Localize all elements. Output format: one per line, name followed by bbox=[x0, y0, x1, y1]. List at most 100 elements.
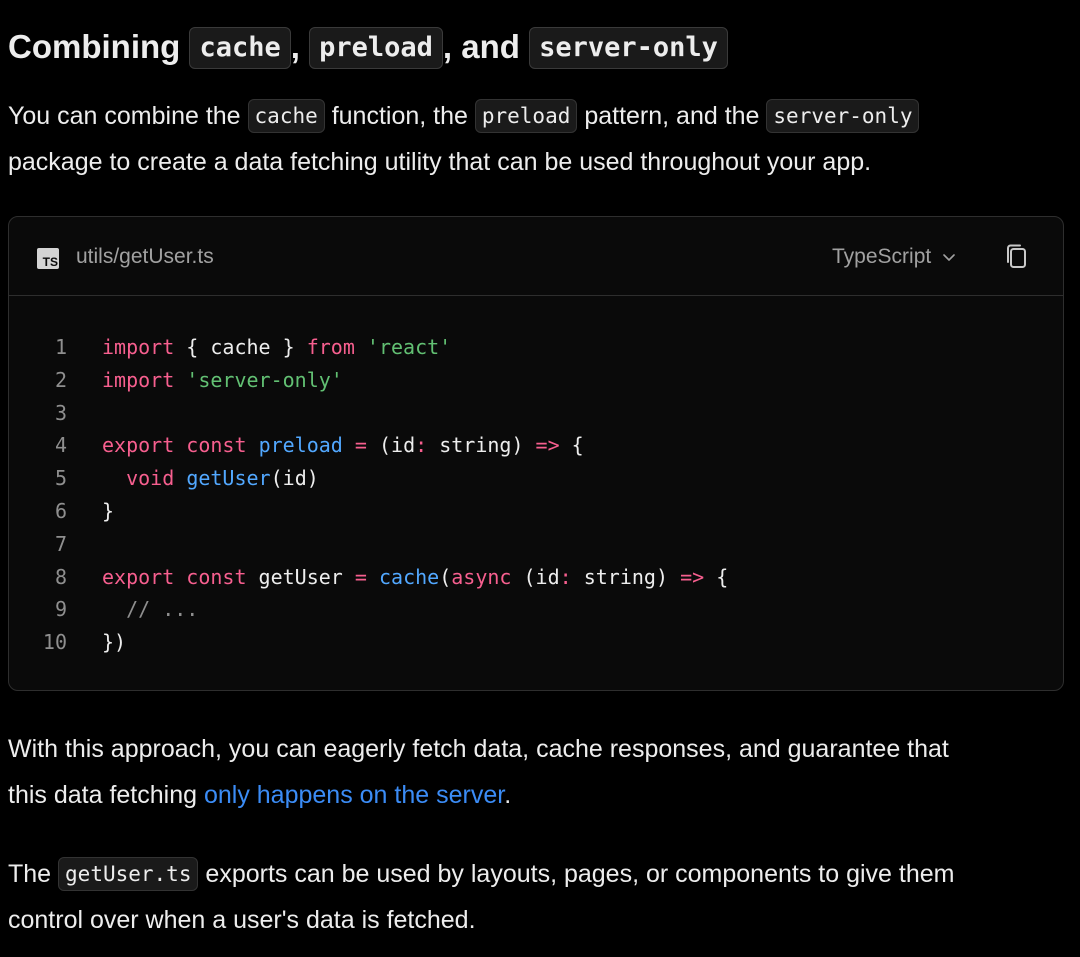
code-line: 7 bbox=[9, 528, 1063, 561]
code-line: 9 // ... bbox=[9, 593, 1063, 626]
code-token: 'react' bbox=[366, 335, 452, 359]
code-token: getUser bbox=[246, 564, 355, 589]
code-token: }) bbox=[102, 630, 127, 655]
code-token: cache bbox=[378, 564, 440, 589]
code-token: string) bbox=[571, 564, 681, 589]
code-token: export bbox=[102, 433, 175, 458]
line-number: 9 bbox=[54, 597, 67, 622]
code-text: export const getUser = cache(async (id: … bbox=[102, 561, 728, 594]
copy-icon[interactable] bbox=[1001, 241, 1033, 273]
section-heading: Combining cache, preload, and server-onl… bbox=[8, 24, 728, 70]
line-number: 8 bbox=[54, 564, 67, 589]
inline-code-server-only: server-only bbox=[529, 27, 728, 69]
code-filename: utils/getUser.ts bbox=[76, 245, 214, 268]
line-number: 6 bbox=[54, 498, 67, 523]
code-block-header: TS utils/getUser.ts TypeScript bbox=[9, 217, 1063, 296]
line-number: 7 bbox=[54, 531, 67, 556]
code-token: : bbox=[559, 564, 572, 589]
code-token: from bbox=[306, 335, 355, 359]
code-token: void bbox=[126, 466, 175, 491]
code-token: export bbox=[102, 564, 175, 589]
exports-paragraph-line-2: control over when a user's data is fetch… bbox=[8, 906, 476, 934]
code-line: 6} bbox=[9, 495, 1063, 528]
exports-paragraph-line-1: The getUser.ts exports can be used by la… bbox=[8, 851, 954, 897]
line-number: 5 bbox=[54, 466, 67, 491]
code-token: preload bbox=[258, 433, 343, 458]
docs-page: Combining cache, preload, and server-onl… bbox=[0, 0, 1080, 957]
code-line: 3 bbox=[9, 397, 1063, 430]
code-token: getUser bbox=[186, 466, 271, 491]
code-token: } bbox=[102, 498, 115, 523]
approach-paragraph-line-2: this data fetching only happens on the s… bbox=[8, 772, 511, 818]
code-token: string) bbox=[427, 433, 536, 458]
server-only-link[interactable]: only happens on the server bbox=[204, 781, 504, 809]
code-line: 1 import { cache } from 'react' bbox=[9, 331, 1063, 364]
code-token: = bbox=[354, 564, 367, 589]
code-line: 8 export const getUser = cache(async (id:… bbox=[9, 561, 1063, 594]
code-line: 10}) bbox=[9, 626, 1063, 659]
code-token: const bbox=[186, 433, 247, 458]
line-number: 2 bbox=[54, 367, 67, 392]
inline-code-preload: preload bbox=[474, 99, 578, 133]
code-token: => bbox=[535, 433, 560, 458]
code-token: (id) bbox=[270, 466, 319, 491]
heading-text: Combining bbox=[8, 28, 190, 65]
code-text: }) bbox=[102, 626, 126, 659]
code-text: void getUser(id) bbox=[102, 462, 319, 495]
language-label: TypeScript bbox=[832, 245, 932, 268]
text: . bbox=[504, 781, 512, 809]
code-block: TS utils/getUser.ts TypeScript 1 import {… bbox=[8, 216, 1064, 691]
inline-code-cache: cache bbox=[189, 27, 291, 69]
code-text: } bbox=[102, 495, 114, 528]
intro-paragraph-line-1: You can combine the cache function, the … bbox=[8, 93, 920, 139]
code-token: async bbox=[451, 564, 512, 589]
code-token: { cache } bbox=[174, 335, 307, 359]
inline-code-server-only: server-only bbox=[766, 99, 920, 133]
code-text: // ... bbox=[102, 593, 198, 626]
code-token: (id bbox=[366, 433, 416, 458]
approach-paragraph-line-1: With this approach, you can eagerly fetc… bbox=[8, 735, 949, 763]
code-token: (id bbox=[511, 564, 560, 589]
code-text: import { cache } from 'react' bbox=[102, 331, 451, 364]
code-text: export const preload = (id: string) => { bbox=[102, 429, 584, 462]
line-number: 3 bbox=[54, 400, 67, 425]
text: exports can be used by layouts, pages, o… bbox=[198, 860, 955, 888]
text: pattern, and the bbox=[577, 102, 767, 130]
code-line: 5 void getUser(id) bbox=[9, 462, 1063, 495]
code-content: 1 import { cache } from 'react' 2 import 's… bbox=[9, 331, 1063, 659]
code-token: { bbox=[559, 433, 584, 458]
typescript-file-icon: TS bbox=[37, 248, 59, 269]
text: The bbox=[8, 860, 59, 888]
code-token: => bbox=[680, 564, 705, 589]
code-token: 'server-only' bbox=[186, 367, 343, 392]
text: You can combine the bbox=[8, 102, 248, 130]
code-token: import bbox=[102, 335, 175, 359]
line-number: 10 bbox=[42, 630, 67, 655]
code-token: const bbox=[186, 564, 247, 589]
code-token: = bbox=[354, 433, 367, 458]
line-number: 1 bbox=[54, 335, 67, 359]
code-line: 2 import 'server-only' bbox=[9, 364, 1063, 397]
inline-code-preload: preload bbox=[309, 27, 443, 69]
code-line: 4 export const preload = (id: string) => … bbox=[9, 429, 1063, 462]
code-text: import 'server-only' bbox=[102, 364, 343, 397]
code-token: import bbox=[102, 367, 175, 392]
chevron-down-icon bbox=[943, 254, 956, 261]
heading-separator: , and bbox=[442, 28, 530, 65]
code-token: { bbox=[704, 564, 729, 589]
language-selector[interactable]: TypeScript bbox=[832, 241, 957, 273]
text: function, the bbox=[324, 102, 475, 130]
text: this data fetching bbox=[8, 781, 204, 809]
code-token: ( bbox=[439, 564, 452, 589]
line-number: 4 bbox=[54, 433, 67, 458]
code-token: : bbox=[415, 433, 428, 458]
